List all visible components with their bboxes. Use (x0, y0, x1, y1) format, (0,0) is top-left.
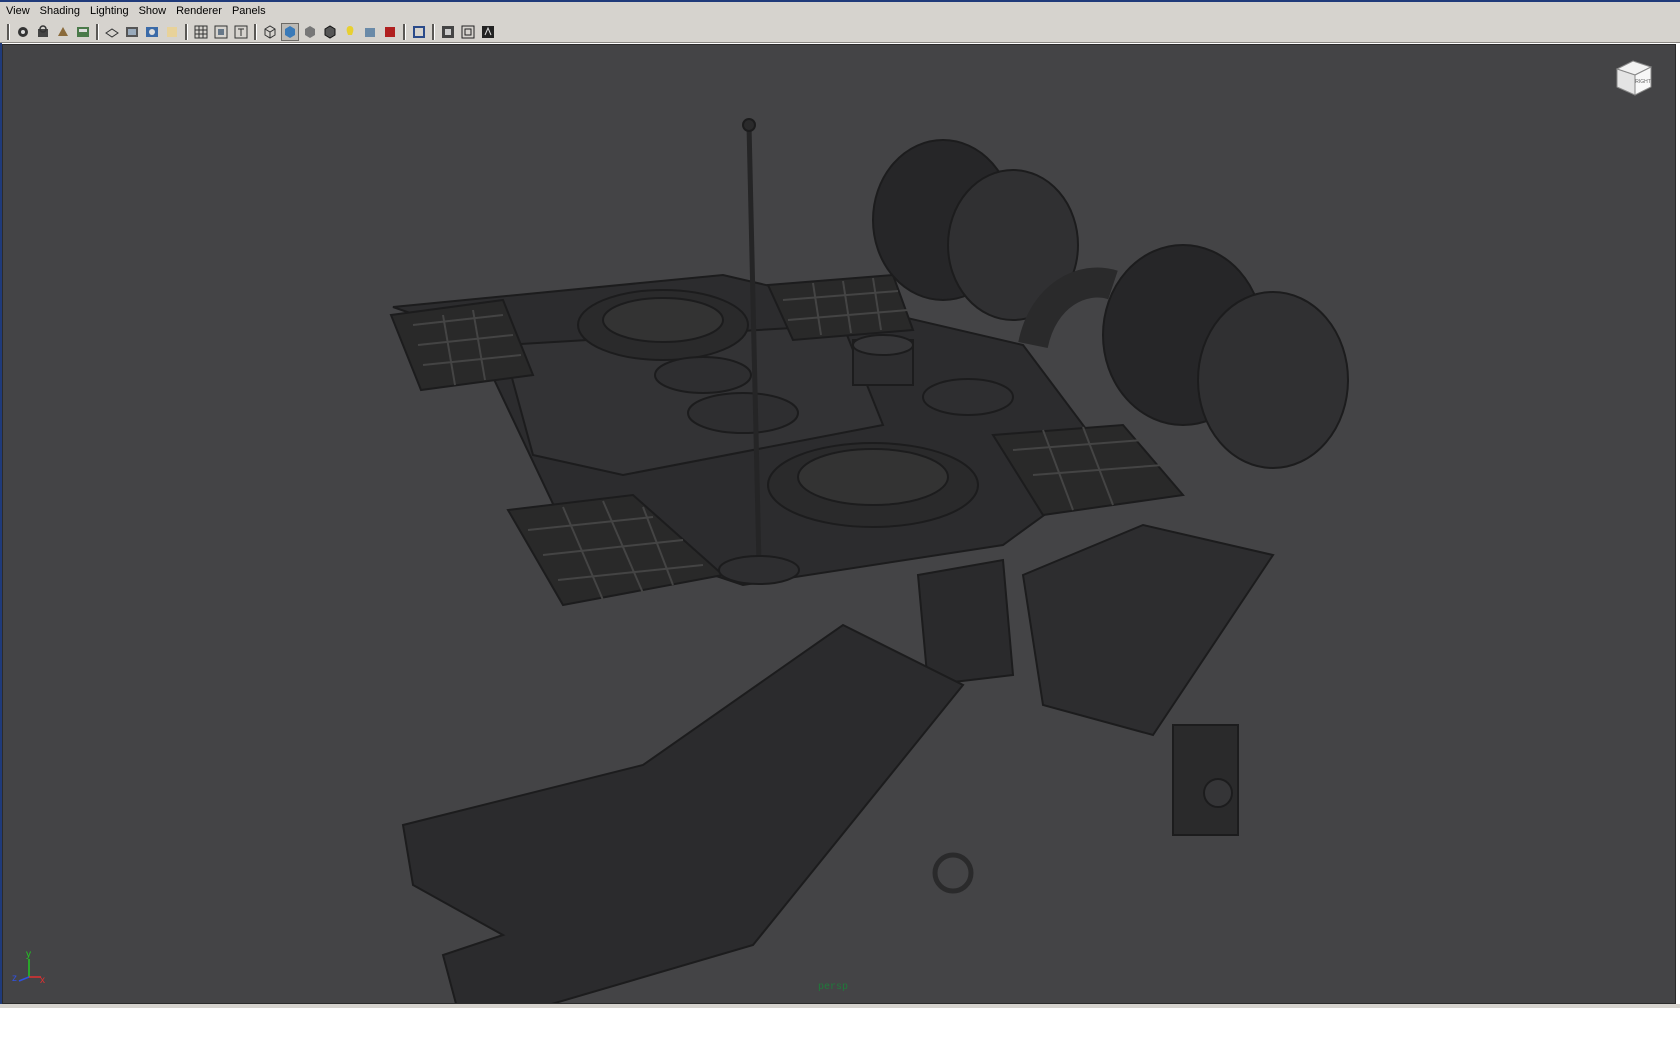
wireframe-icon[interactable] (261, 23, 279, 41)
image-plane-icon[interactable] (103, 23, 121, 41)
panel-bottom-border (0, 1004, 1680, 1008)
axis-z-label: z (12, 973, 17, 984)
toolbar-separator (254, 23, 257, 40)
axis-y-label: y (26, 949, 31, 960)
wireframe-on-shaded-icon[interactable] (321, 23, 339, 41)
toolbar-separator (403, 23, 406, 40)
xray-components-icon[interactable] (479, 23, 497, 41)
isolate-select-icon[interactable] (410, 23, 428, 41)
select-camera-icon[interactable] (14, 23, 32, 41)
lock-camera-icon[interactable] (34, 23, 52, 41)
film-gate-icon[interactable] (123, 23, 141, 41)
resolution-gate-icon[interactable] (143, 23, 161, 41)
shadows-icon[interactable] (381, 23, 399, 41)
perspective-viewport[interactable]: RIGHT y x z persp (2, 44, 1676, 1004)
xray-joints-icon[interactable] (459, 23, 477, 41)
panel-toolbar (0, 21, 1680, 43)
menu-renderer[interactable]: Renderer (171, 2, 227, 21)
menu-shading[interactable]: Shading (35, 2, 85, 21)
toolbar-separator (185, 23, 188, 40)
view-cube[interactable]: RIGHT (1611, 55, 1657, 101)
toolbar-separator (432, 23, 435, 40)
textured-icon[interactable] (341, 23, 359, 41)
safe-action-icon[interactable] (212, 23, 230, 41)
smooth-shade-icon[interactable] (281, 22, 299, 41)
vehicle-deck-model (389, 118, 1349, 1003)
3d-model-scene[interactable] (3, 45, 1676, 1004)
default-material-icon[interactable] (301, 23, 319, 41)
lights-icon[interactable] (361, 23, 379, 41)
bookmark-icon[interactable] (74, 23, 92, 41)
menu-show[interactable]: Show (134, 2, 172, 21)
axis-x-label: x (40, 975, 45, 986)
menu-panels[interactable]: Panels (227, 2, 271, 21)
axis-gizmo: y x z (11, 947, 51, 987)
panel-menu-bar: View Shading Lighting Show Renderer Pane… (0, 2, 1680, 21)
menu-lighting[interactable]: Lighting (85, 2, 134, 21)
view-cube-face-label: RIGHT (1635, 79, 1651, 85)
safe-title-icon[interactable] (232, 23, 250, 41)
gate-mask-icon[interactable] (163, 23, 181, 41)
camera-name-label: persp (818, 982, 849, 993)
toolbar-separator (7, 23, 10, 40)
toolbar-separator (96, 23, 99, 40)
camera-attributes-icon[interactable] (54, 23, 72, 41)
xray-icon[interactable] (439, 23, 457, 41)
field-chart-icon[interactable] (192, 23, 210, 41)
menu-view[interactable]: View (0, 2, 35, 21)
